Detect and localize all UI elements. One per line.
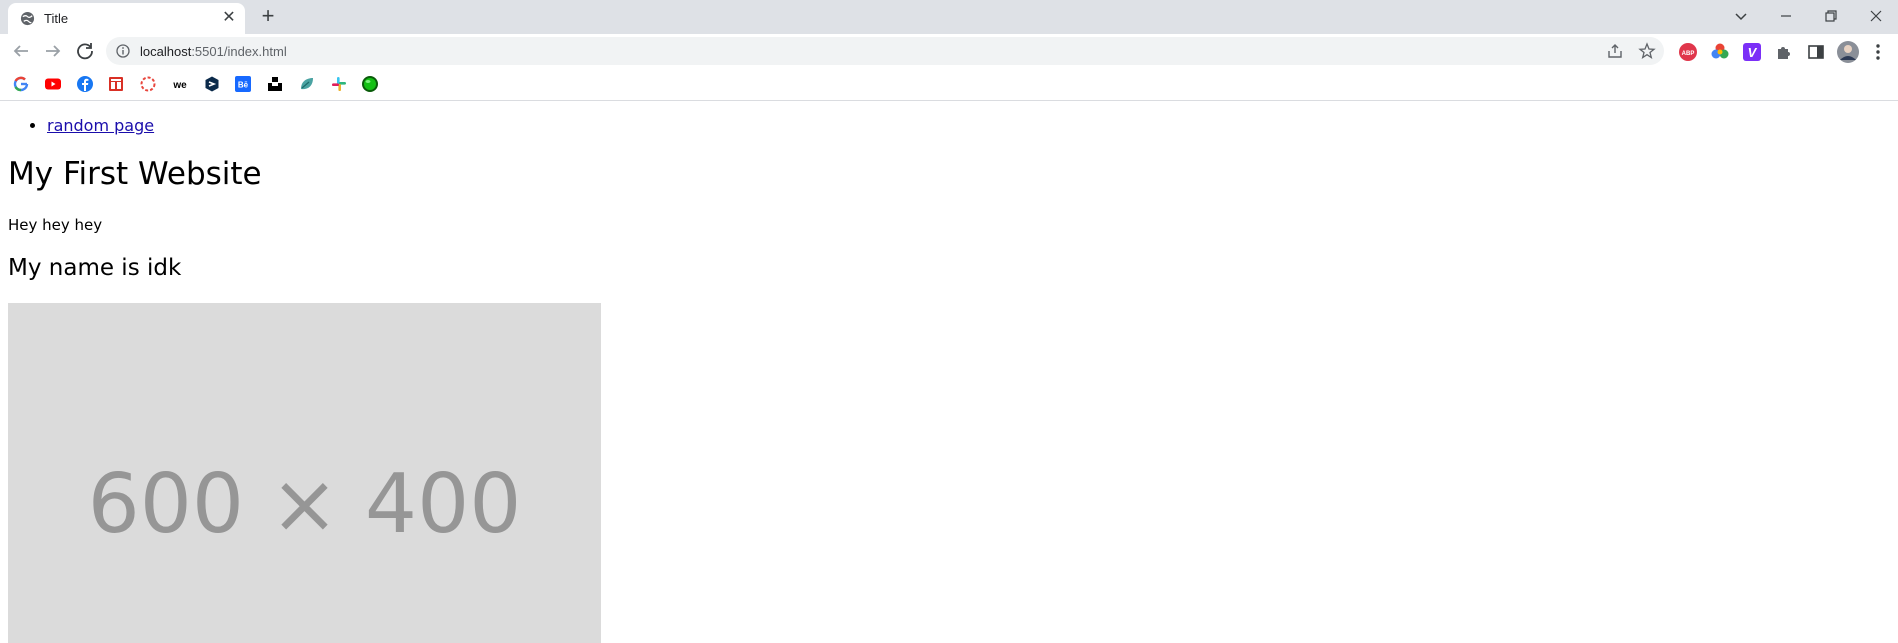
youtube-icon[interactable] bbox=[44, 75, 62, 93]
green-orb-icon[interactable] bbox=[361, 75, 379, 93]
unsplash-icon[interactable] bbox=[266, 75, 284, 93]
side-panel-icon[interactable] bbox=[1806, 42, 1826, 62]
forward-arrow-icon[interactable] bbox=[41, 39, 65, 63]
gift-icon[interactable] bbox=[107, 75, 125, 93]
v-extension-icon[interactable]: V bbox=[1742, 42, 1762, 62]
tab-strip: Title ✕ + bbox=[0, 0, 1898, 34]
tab-title-label: Title bbox=[44, 11, 69, 26]
behance-icon-label: Bē bbox=[238, 81, 249, 90]
address-bar[interactable]: localhost:5501/index.html bbox=[106, 37, 1664, 65]
close-tab-icon[interactable]: ✕ bbox=[221, 10, 237, 26]
leaf-icon[interactable] bbox=[298, 75, 316, 93]
reload-icon[interactable] bbox=[73, 39, 97, 63]
globe-icon bbox=[20, 11, 35, 26]
list-item: random page bbox=[47, 116, 154, 135]
nav-list: random page bbox=[47, 116, 154, 135]
url-path: :5501/index.html bbox=[191, 44, 287, 59]
chevron-down-icon[interactable] bbox=[1729, 4, 1753, 28]
web-page-content: random page My First Website Hey hey hey… bbox=[0, 102, 1898, 643]
tab-title[interactable]: Title ✕ bbox=[8, 3, 245, 34]
page-title: My First Website bbox=[8, 156, 262, 192]
url-text[interactable]: localhost:5501/index.html bbox=[140, 44, 287, 59]
back-arrow-icon[interactable] bbox=[9, 39, 33, 63]
minimize-icon[interactable] bbox=[1774, 4, 1798, 28]
star-icon[interactable] bbox=[1638, 42, 1656, 60]
image-placeholder-label: 600 × 400 bbox=[87, 457, 522, 552]
close-icon[interactable] bbox=[1864, 4, 1888, 28]
facebook-icon[interactable] bbox=[76, 75, 94, 93]
v-extension-label: V bbox=[1748, 45, 1758, 60]
profile-avatar[interactable] bbox=[1836, 40, 1860, 64]
restore-icon[interactable] bbox=[1819, 4, 1843, 28]
browser-toolbar: localhost:5501/index.html ABP V bbox=[0, 34, 1898, 68]
abp-icon[interactable]: ABP bbox=[1678, 42, 1698, 62]
info-icon[interactable] bbox=[116, 44, 130, 58]
red-circle-icon[interactable] bbox=[139, 75, 157, 93]
google-icon[interactable] bbox=[12, 75, 30, 93]
page-subheading: My name is idk bbox=[8, 255, 182, 281]
menu-dots-icon[interactable] bbox=[1868, 42, 1888, 62]
puzzle-icon[interactable] bbox=[1774, 42, 1794, 62]
share-icon[interactable] bbox=[1606, 42, 1624, 60]
bookmarks-bar: we Bē bbox=[0, 68, 1898, 101]
plus-icon[interactable]: + bbox=[257, 5, 279, 28]
we-icon[interactable]: we bbox=[171, 75, 189, 93]
page-paragraph: Hey hey hey bbox=[8, 216, 103, 234]
abp-icon-label: ABP bbox=[1682, 51, 1695, 57]
behance-icon[interactable]: Bē bbox=[234, 75, 252, 93]
url-host: localhost bbox=[140, 44, 192, 59]
dark-shield-icon[interactable] bbox=[203, 75, 221, 93]
image-placeholder: 600 × 400 bbox=[8, 303, 601, 643]
slack-icon[interactable] bbox=[330, 75, 348, 93]
random-page-link[interactable]: random page bbox=[47, 116, 154, 135]
we-icon-label: we bbox=[172, 80, 187, 91]
color-wheel-icon[interactable] bbox=[1710, 42, 1730, 62]
